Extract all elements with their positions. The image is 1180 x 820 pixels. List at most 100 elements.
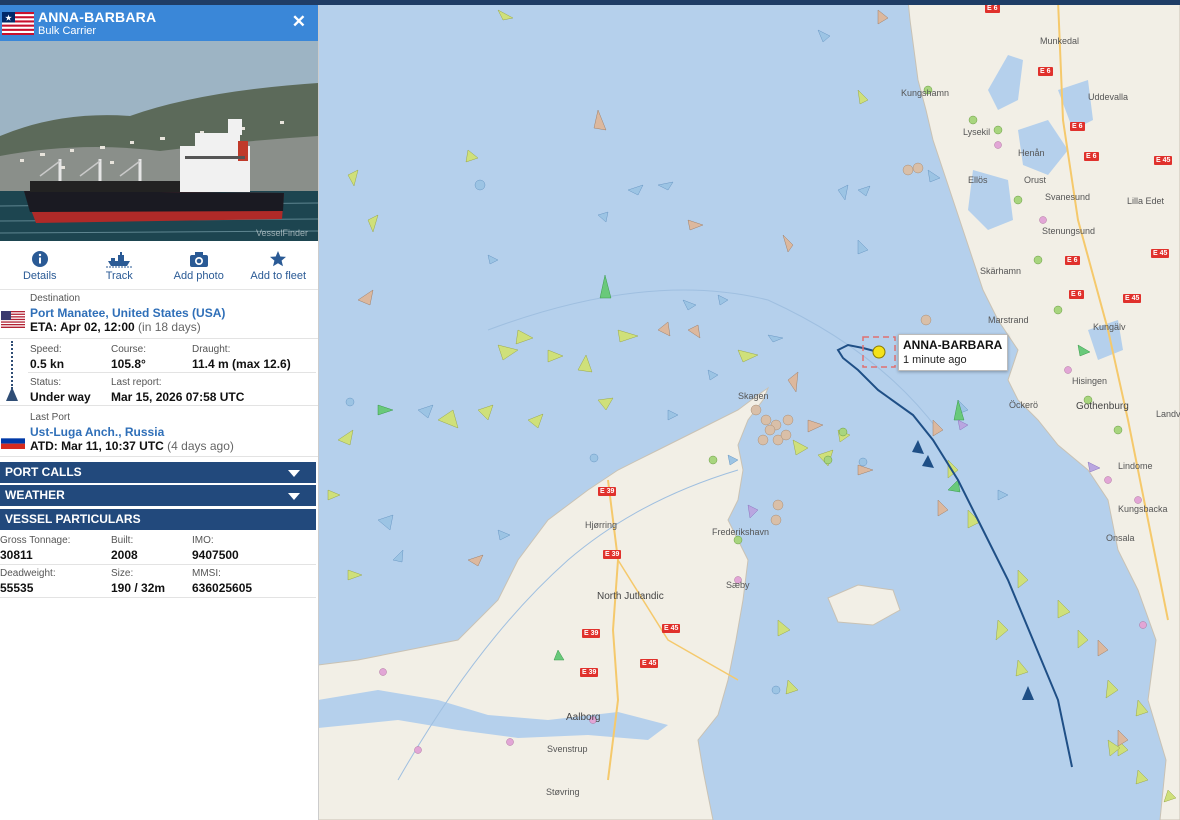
vessel-panel: ANNA-BARBARA Bulk Carrier ✕ VesselFinder… <box>0 5 319 820</box>
vessel-photo[interactable]: VesselFinder <box>0 41 318 241</box>
gross-tonnage-label: Gross Tonnage: <box>0 535 71 546</box>
details-label: Details <box>22 270 57 282</box>
road-shield: E 45 <box>662 624 681 633</box>
road-shield: E 45 <box>1151 249 1170 258</box>
atd-line: ATD: Mar 11, 10:37 UTC (4 days ago) <box>30 439 234 453</box>
vessel-particulars-toggle[interactable]: VESSEL PARTICULARS <box>0 509 316 530</box>
place-label: Lilla Edet <box>1127 196 1165 206</box>
gross-tonnage-value: 30811 <box>0 548 33 562</box>
place-label: Orust <box>1024 175 1047 185</box>
road-shield: E 39 <box>582 629 601 638</box>
place-label: Marstrand <box>988 315 1029 325</box>
status-label: Status: <box>30 377 62 388</box>
add-photo-label: Add photo <box>173 270 224 282</box>
size-value: 190 / 32m <box>111 581 166 595</box>
place-label: Aalborg <box>566 712 601 723</box>
road-shield: E 6 <box>1070 122 1085 131</box>
road-shield: E 45 <box>1123 294 1142 303</box>
track-label: Track <box>105 270 133 282</box>
place-label: Ellös <box>968 175 988 185</box>
weather-label: WEATHER <box>5 488 65 502</box>
road-shield: E 39 <box>603 550 622 559</box>
draught-value: 11.4 m (max 12.6) <box>192 357 291 371</box>
road-shield: E 6 <box>985 4 1000 13</box>
course-value: 105.8° <box>111 357 146 371</box>
road-shield: E 6 <box>1069 290 1084 299</box>
add-photo-button[interactable]: Add photo <box>159 241 239 289</box>
status-value: Under way <box>30 390 91 404</box>
place-label: Henån <box>1018 148 1045 158</box>
imo-value: 9407500 <box>192 548 239 562</box>
tooltip-vessel-name: ANNA-BARBARA <box>903 338 1003 352</box>
place-label: Hisingen <box>1072 376 1108 386</box>
add-to-fleet-button[interactable]: Add to fleet <box>239 241 319 289</box>
speed-value: 0.5 kn <box>30 357 65 371</box>
place-label: Öckerö <box>1009 400 1039 410</box>
place-label: Onsala <box>1106 533 1135 543</box>
place-label: Svanesund <box>1045 192 1091 202</box>
vessel-name: ANNA-BARBARA <box>38 9 157 25</box>
road-shield: E 39 <box>580 668 599 677</box>
info-icon <box>31 251 48 267</box>
liberia-flag-icon <box>2 12 34 35</box>
details-button[interactable]: Details <box>0 241 80 289</box>
port-calls-label: PORT CALLS <box>5 465 82 479</box>
destination-port-link[interactable]: Port Manatee, United States (USA) <box>30 306 225 320</box>
voyage-section: Speed: 0.5 kn Course: 105.8° Draught: 11… <box>0 339 318 406</box>
road-shield: E 45 <box>1154 156 1173 165</box>
place-label: Kungälv <box>1093 322 1126 332</box>
place-label: North Jutlandic <box>597 591 664 602</box>
deadweight-value: 55535 <box>0 581 34 595</box>
divider <box>28 372 316 373</box>
place-label: Munkedal <box>1040 36 1080 46</box>
track-button[interactable]: Track <box>80 241 160 289</box>
vessel-particulars-label: VESSEL PARTICULARS <box>5 512 141 526</box>
place-label: Frederikshavn <box>712 527 770 537</box>
atd-value: ATD: Mar 11, 10:37 UTC <box>30 439 164 453</box>
draught-label: Draught: <box>192 344 231 355</box>
action-bar: Details Track Add photo Add to fleet <box>0 241 318 290</box>
eta-line: ETA: Apr 02, 12:00 (in 18 days) <box>30 320 201 334</box>
map[interactable]: Munkedal Uddevalla Kungshamn Lysekil Hen… <box>318 0 1180 820</box>
road-shield: E 6 <box>1038 67 1053 76</box>
add-to-fleet-label: Add to fleet <box>250 270 307 282</box>
port-calls-toggle[interactable]: PORT CALLS <box>0 462 316 483</box>
vessel-tooltip[interactable]: ANNA-BARBARA 1 minute ago <box>898 334 1009 371</box>
place-label: Uddevalla <box>1088 92 1129 102</box>
top-bar <box>0 0 1180 5</box>
divider <box>0 597 316 598</box>
size-label: Size: <box>111 568 134 579</box>
imo-label: IMO: <box>192 535 214 546</box>
place-label: Kungsbacka <box>1118 504 1168 514</box>
built-label: Built: <box>111 535 134 546</box>
place-label: Svenstrup <box>547 744 588 754</box>
place-label: Skagen <box>738 391 769 401</box>
tooltip-update-time: 1 minute ago <box>903 354 967 366</box>
camera-icon <box>189 252 208 267</box>
course-label: Course: <box>111 344 147 355</box>
weather-toggle[interactable]: WEATHER <box>0 485 316 506</box>
map-canvas[interactable] <box>318 0 1180 820</box>
last-port-link[interactable]: Ust-Luga Anch., Russia <box>30 425 164 439</box>
place-label: Hjørring <box>585 520 618 530</box>
atd-relative: (4 days ago) <box>167 439 234 453</box>
destination-label: Destination <box>30 293 81 304</box>
vessel-header: ANNA-BARBARA Bulk Carrier ✕ <box>0 5 318 41</box>
place-label: Kungshamn <box>901 88 950 98</box>
last-port-section: Last Port Ust-Luga Anch., Russia ATD: Ma… <box>0 406 318 457</box>
mmsi-value: 636025605 <box>192 581 253 595</box>
place-label: Lindome <box>1118 461 1153 471</box>
close-icon[interactable]: ✕ <box>292 12 306 32</box>
usa-flag-icon <box>1 311 25 328</box>
place-label: Stenungsund <box>1042 226 1096 236</box>
voyage-arrow-icon <box>6 387 18 401</box>
eta-value: ETA: Apr 02, 12:00 <box>30 320 135 334</box>
place-label: Landvetter <box>1156 409 1180 419</box>
road-shield: E 39 <box>598 487 617 496</box>
last-report-value: Mar 15, 2026 07:58 UTC <box>111 390 245 404</box>
voyage-track-line <box>11 341 13 389</box>
place-label: Sæby <box>726 580 750 590</box>
road-shield: E 45 <box>640 659 659 668</box>
russia-flag-icon <box>1 433 25 449</box>
divider <box>0 564 316 565</box>
